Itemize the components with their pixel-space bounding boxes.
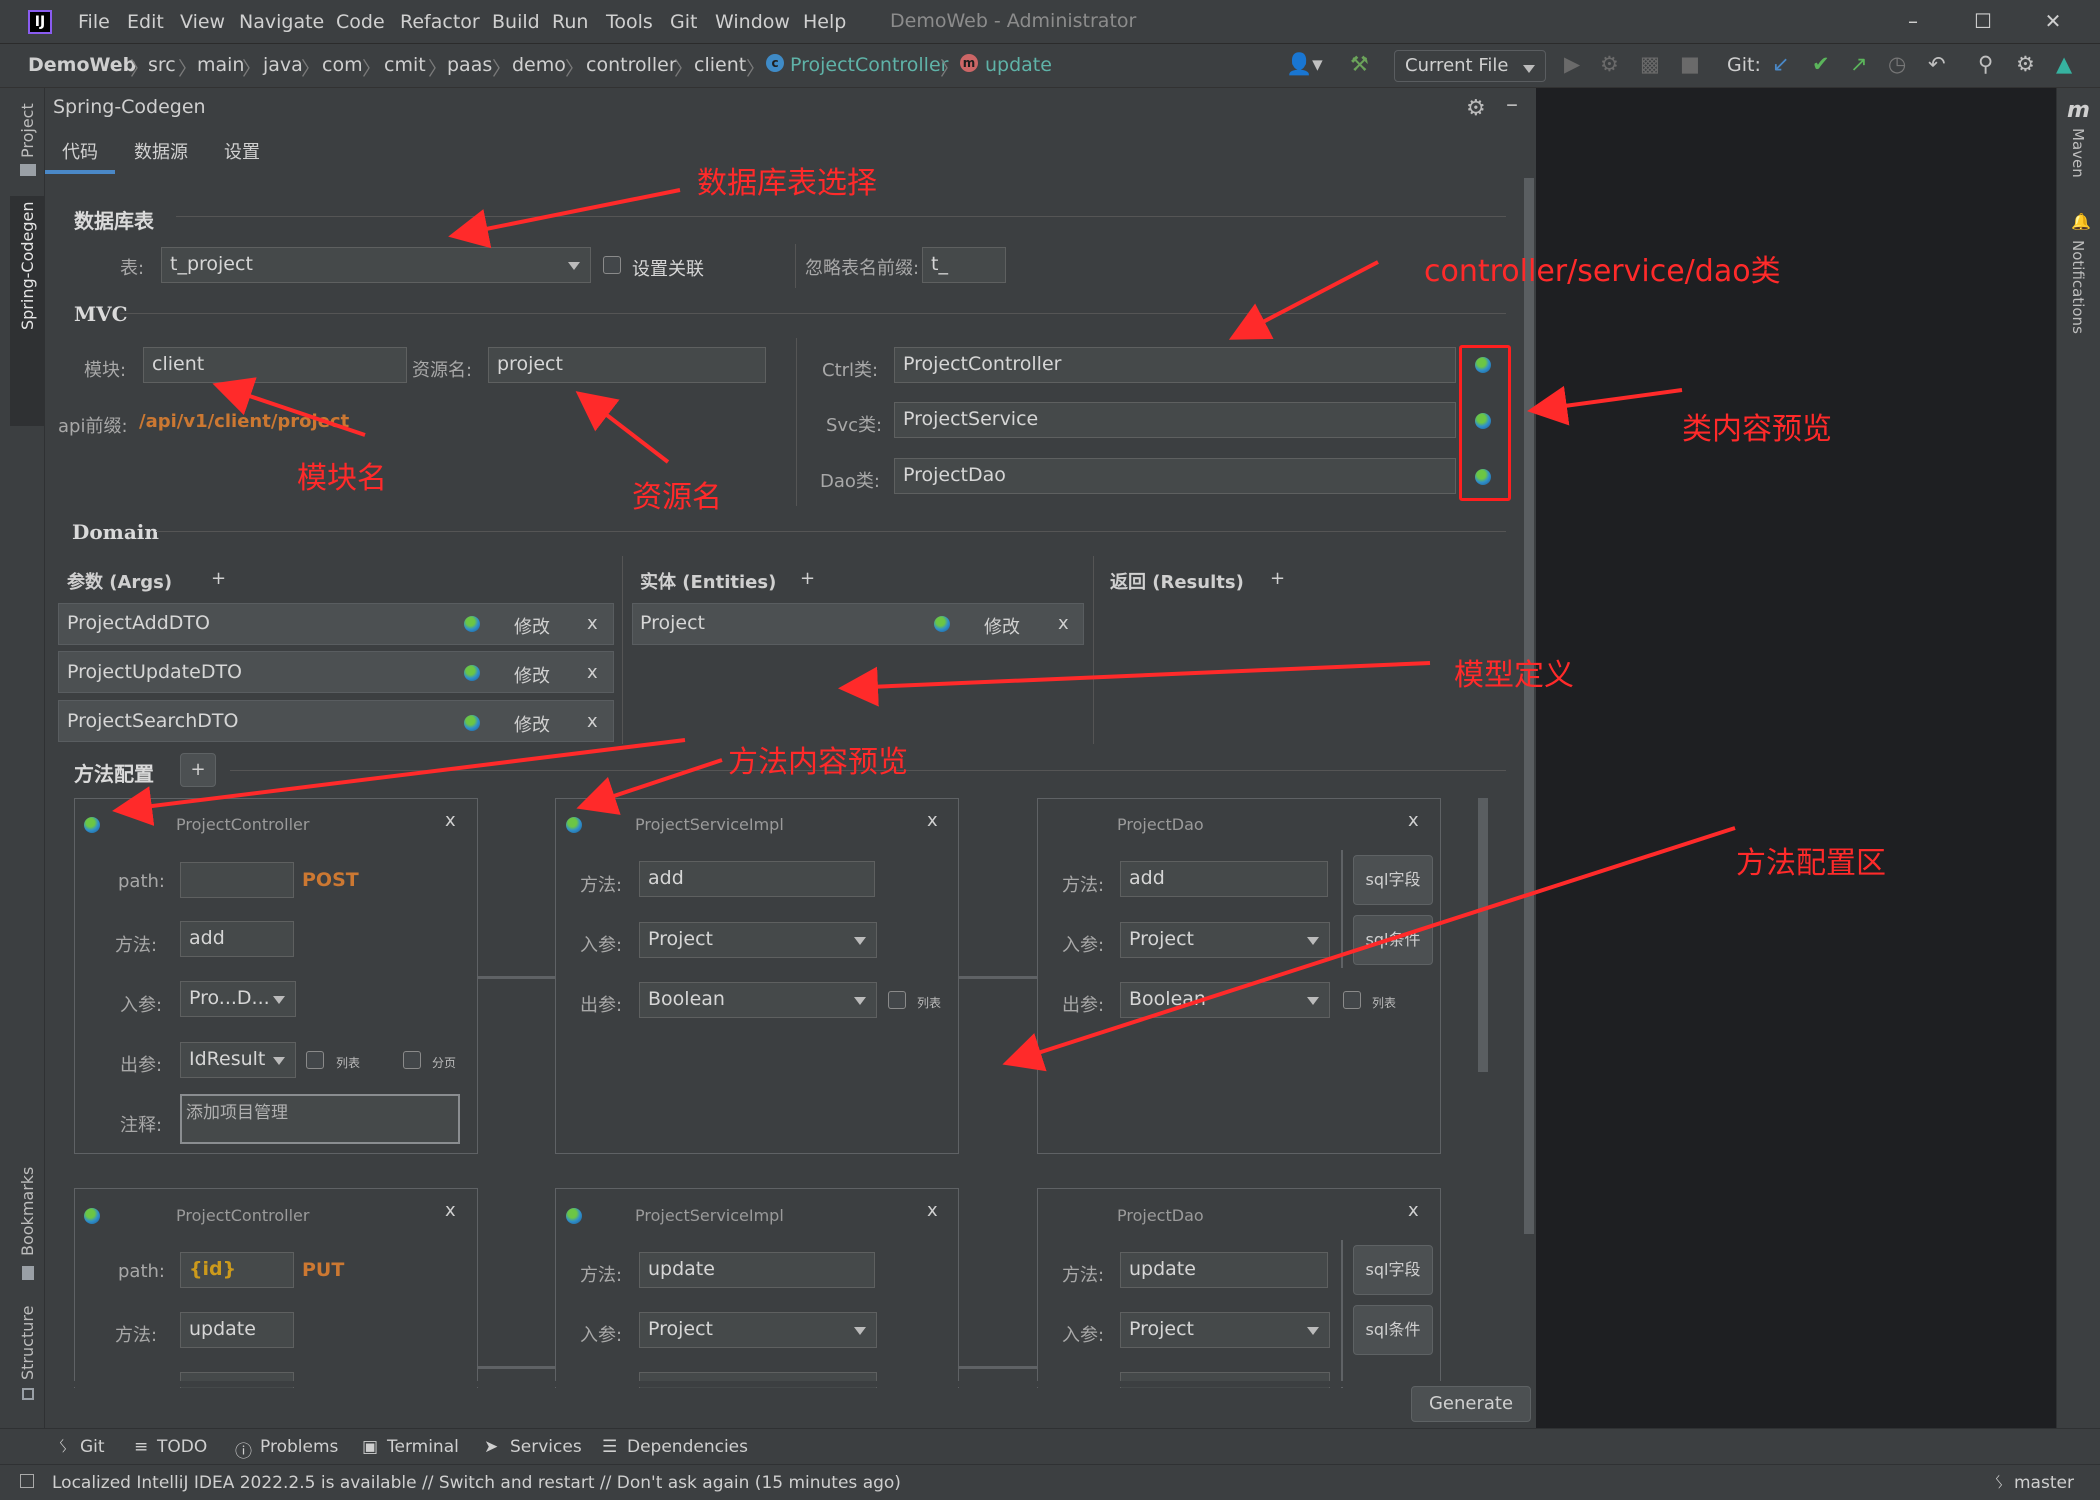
arrow-classes [1228,260,1379,340]
terminal-icon: ▣ [362,1437,379,1457]
status-message[interactable]: Localized IntelliJ IDEA 2022.2.5 is avai… [52,1473,901,1493]
annotation-module: 模块名 [297,461,387,496]
annotation-method-area: 方法配置区 [1736,846,1886,881]
tab-git[interactable]: Git [80,1437,105,1457]
tab-dependencies[interactable]: Dependencies [627,1437,748,1457]
status-branch[interactable]: master [2014,1473,2074,1493]
annotation-resource: 资源名 [632,480,722,515]
arrow-resource [575,391,670,464]
todo-icon: ≡ [134,1437,149,1457]
arrow-method-area [1002,826,1736,1072]
annotation-table-select: 数据库表选择 [697,166,877,201]
annotation-arrows [112,188,1736,1072]
problems-icon: ⓘ [235,1442,252,1462]
arrow-method-preview [576,758,723,815]
arrow-module [212,377,366,437]
tab-problems[interactable]: Problems [260,1437,338,1457]
tab-todo[interactable]: TODO [157,1437,207,1457]
tab-terminal[interactable]: Terminal [387,1437,459,1457]
annotation-preview: 类内容预览 [1682,412,1832,447]
arrow-model [838,661,1431,707]
annotation-classes: controller/service/dao类 [1424,254,1781,289]
annotation-model: 模型定义 [1454,658,1574,693]
services-icon: ➤ [484,1437,499,1457]
layout-toggle-icon[interactable] [20,1474,34,1488]
dependencies-icon: ☰ [602,1437,618,1457]
tab-services[interactable]: Services [510,1437,582,1457]
branch-icon: ᛊ [1994,1473,2005,1493]
arrow-table-select [448,188,681,249]
annotation-method-preview: 方法内容预览 [728,745,908,780]
arrow-preview [1527,385,1683,426]
git-branch-icon: ᛊ [58,1437,69,1457]
